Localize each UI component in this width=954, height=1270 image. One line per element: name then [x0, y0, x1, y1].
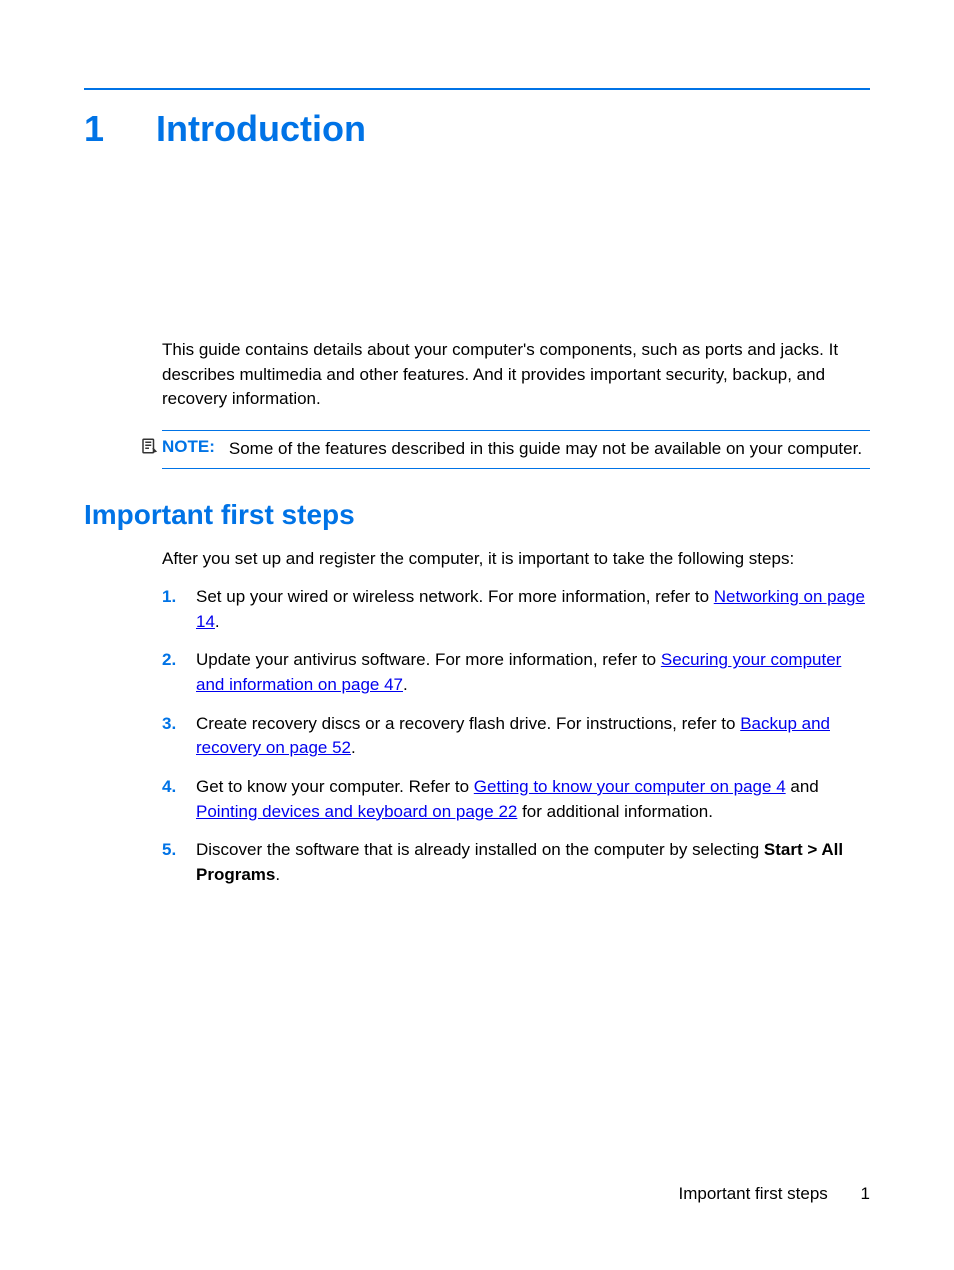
- step-number: 2.: [162, 648, 196, 697]
- step-body: Create recovery discs or a recovery flas…: [196, 712, 870, 761]
- footer-page-number: 1: [861, 1184, 870, 1203]
- step-text: .: [403, 675, 408, 694]
- step-number: 1.: [162, 585, 196, 634]
- step-item: 2. Update your antivirus software. For m…: [162, 648, 870, 697]
- note-label: NOTE:: [162, 437, 215, 457]
- step-text: and: [786, 777, 819, 796]
- page: 1 Introduction This guide contains detai…: [0, 0, 954, 1270]
- chapter-number: 1: [84, 108, 156, 150]
- chapter-title-text: Introduction: [156, 108, 366, 150]
- step-item: 1. Set up your wired or wireless network…: [162, 585, 870, 634]
- steps-list: 1. Set up your wired or wireless network…: [162, 585, 870, 887]
- step-text: Get to know your computer. Refer to: [196, 777, 474, 796]
- note-callout: NOTE: Some of the features described in …: [162, 430, 870, 469]
- step-text: Update your antivirus software. For more…: [196, 650, 661, 669]
- step-text: for additional information.: [517, 802, 713, 821]
- step-item: 3. Create recovery discs or a recovery f…: [162, 712, 870, 761]
- link-pointing-devices[interactable]: Pointing devices and keyboard on page 22: [196, 802, 517, 821]
- link-getting-to-know[interactable]: Getting to know your computer on page 4: [474, 777, 786, 796]
- step-item: 5. Discover the software that is already…: [162, 838, 870, 887]
- section-intro: After you set up and register the comput…: [162, 547, 870, 572]
- step-number: 3.: [162, 712, 196, 761]
- step-text: .: [215, 612, 220, 631]
- footer-section: Important first steps: [679, 1184, 828, 1203]
- step-body: Update your antivirus software. For more…: [196, 648, 870, 697]
- step-text: Set up your wired or wireless network. F…: [196, 587, 714, 606]
- step-body: Discover the software that is already in…: [196, 838, 870, 887]
- step-body: Get to know your computer. Refer to Gett…: [196, 775, 870, 824]
- step-text: Discover the software that is already in…: [196, 840, 764, 859]
- step-number: 5.: [162, 838, 196, 887]
- page-footer: Important first steps 1: [679, 1184, 870, 1204]
- chapter-rule: [84, 88, 870, 90]
- note-icon: [136, 437, 162, 455]
- step-number: 4.: [162, 775, 196, 824]
- step-body: Set up your wired or wireless network. F…: [196, 585, 870, 634]
- note-text: Some of the features described in this g…: [229, 437, 862, 462]
- section-title: Important first steps: [84, 499, 870, 531]
- intro-paragraph: This guide contains details about your c…: [162, 338, 870, 412]
- chapter-title: 1 Introduction: [84, 108, 870, 150]
- step-item: 4. Get to know your computer. Refer to G…: [162, 775, 870, 824]
- step-text: .: [351, 738, 356, 757]
- step-text: .: [275, 865, 280, 884]
- step-text: Create recovery discs or a recovery flas…: [196, 714, 740, 733]
